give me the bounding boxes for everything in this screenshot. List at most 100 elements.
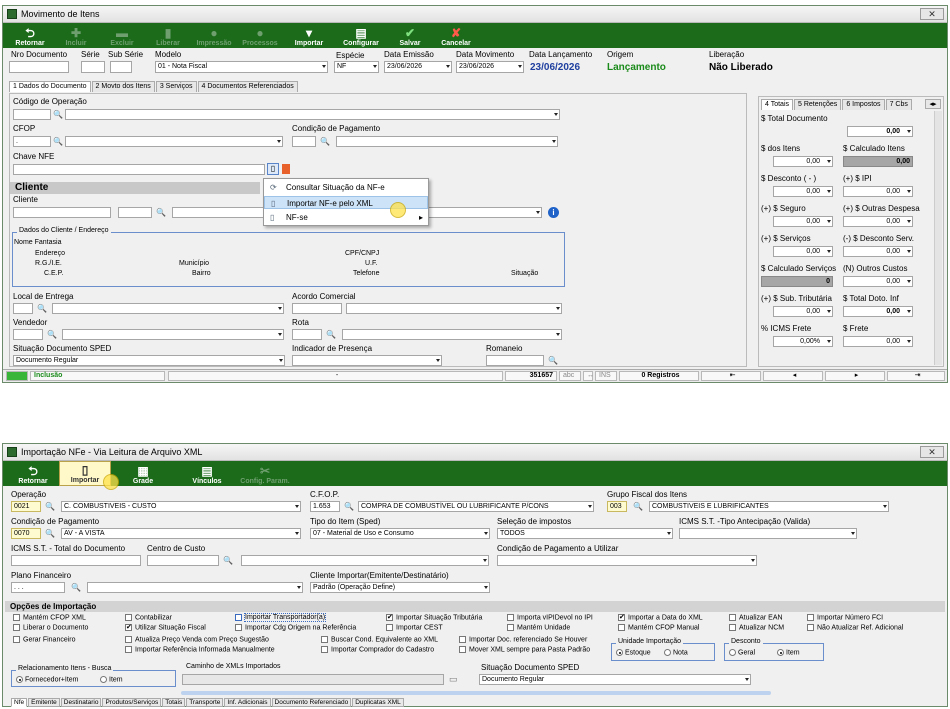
cliente-importar-select[interactable]: Padrão (Operação Define) bbox=[310, 582, 490, 593]
toolbar-retornar-button[interactable]: ⮌ Retornar bbox=[7, 23, 53, 48]
option-mover-xml-sempre-para-pasta-padrao[interactable]: Mover XML sempre para Pasta Padrão bbox=[459, 646, 590, 653]
situacao-sped-select[interactable]: Documento Regular bbox=[13, 355, 285, 366]
pdf-icon[interactable] bbox=[282, 164, 290, 174]
tab-emitente[interactable]: Emitente bbox=[28, 698, 60, 707]
splitter-handle[interactable] bbox=[181, 691, 771, 695]
vertical-scrollbar[interactable] bbox=[934, 111, 942, 365]
tab-5-retencoes[interactable]: 5 Retenções bbox=[794, 99, 842, 110]
vendedor-select[interactable] bbox=[62, 329, 284, 340]
search-icon[interactable]: 🔍 bbox=[223, 556, 233, 565]
option-gerar-financeiro[interactable]: Gerar Financeiro bbox=[13, 636, 76, 643]
local-entrega-input[interactable] bbox=[13, 303, 33, 314]
toolbar-salvar-button[interactable]: ✔ Salvar bbox=[387, 23, 433, 48]
desconto-servico-value[interactable]: 0,00 bbox=[843, 246, 913, 257]
tab-2-movto-dos-itens[interactable]: 2 Movto dos Itens bbox=[91, 81, 155, 92]
frete-value[interactable]: 0,00 bbox=[843, 336, 913, 347]
tab-produtos-servicos[interactable]: Produtos/Serviços bbox=[102, 698, 162, 707]
search-icon[interactable]: 🔍 bbox=[45, 502, 55, 511]
tab-nfe[interactable]: Nfe bbox=[11, 698, 28, 707]
outros-custos-value[interactable]: 0,00 bbox=[843, 276, 913, 287]
search-icon[interactable]: 🔍 bbox=[37, 304, 47, 313]
rota-input[interactable] bbox=[292, 329, 322, 340]
search-icon[interactable]: 🔍 bbox=[45, 529, 55, 538]
cond-pagamento-code-input[interactable]: 0070 bbox=[11, 528, 41, 539]
radio-estoque[interactable]: Estoque bbox=[616, 649, 651, 656]
tab-documento-referenciado[interactable]: Documento Referenciado bbox=[271, 698, 352, 707]
cond-pag-utilizar-select[interactable] bbox=[497, 555, 757, 566]
chave-nfe-input[interactable] bbox=[13, 164, 265, 175]
option-mantem-cfop-xml[interactable]: Mantém CFOP XML bbox=[13, 614, 86, 621]
last-record-icon[interactable]: ⇥ bbox=[887, 371, 945, 381]
radio-item[interactable]: Item bbox=[777, 649, 800, 656]
cliente-sub-input[interactable] bbox=[118, 207, 152, 218]
cod-operacao-select[interactable] bbox=[65, 109, 560, 120]
rota-select[interactable] bbox=[342, 329, 562, 340]
option-contabilizar[interactable]: Contabilizar bbox=[125, 614, 172, 621]
icms-frete-value[interactable]: 0,00% bbox=[773, 336, 833, 347]
servicos-value[interactable]: 0,00 bbox=[773, 246, 833, 257]
cond-pagamento-input[interactable] bbox=[292, 136, 316, 147]
ipi-value[interactable]: 0,00 bbox=[843, 186, 913, 197]
local-entrega-select[interactable] bbox=[52, 303, 284, 314]
modelo-select[interactable]: 01 - Nota Fiscal bbox=[155, 61, 328, 73]
toolbar-configurar-button[interactable]: ▤ Configurar bbox=[335, 23, 387, 48]
toolbar-incluir-button[interactable]: ✚ Incluir bbox=[53, 23, 99, 48]
toolbar-grade-button[interactable]: ▦ Grade bbox=[111, 461, 175, 486]
option-importa-vipidevol-no-ipi[interactable]: Importa vIPIDevol no IPI bbox=[507, 614, 593, 621]
acordo-comercial-input[interactable] bbox=[292, 303, 342, 314]
search-icon[interactable]: 🔍 bbox=[53, 110, 63, 119]
icms-st-total-input[interactable] bbox=[11, 555, 141, 566]
option-importar-doc-referenciado-se-houver[interactable]: Importar Doc. referenciado Se Houver bbox=[459, 636, 587, 643]
prev-record-icon[interactable]: ◂ bbox=[763, 371, 823, 381]
option-atualiza-preco-venda-com-preco-sugestao[interactable]: Atualiza Preço Venda com Preço Sugestão bbox=[125, 636, 269, 643]
toolbar-excluir-button[interactable]: ▬ Excluir bbox=[99, 23, 145, 48]
cfop-code-input[interactable]: 1.653 bbox=[310, 501, 340, 512]
document-icon[interactable]: ▯ bbox=[267, 163, 279, 175]
search-icon[interactable]: 🔍 bbox=[71, 583, 81, 592]
tab-duplicatas-xml[interactable]: Duplicatas XML bbox=[352, 698, 404, 707]
centro-custo-select[interactable] bbox=[241, 555, 489, 566]
option-buscar-cond-equivalente-ao-xml[interactable]: Buscar Cond. Equivalente ao XML bbox=[321, 636, 438, 643]
info-icon[interactable]: i bbox=[548, 207, 559, 218]
selecao-impostos-select[interactable]: TODOS bbox=[497, 528, 673, 539]
romaneio-input[interactable] bbox=[486, 355, 544, 366]
search-icon[interactable]: 🔍 bbox=[633, 502, 643, 511]
centro-custo-input[interactable] bbox=[147, 555, 219, 566]
option-importar-numero-fci[interactable]: Importar Número FCI bbox=[807, 614, 883, 621]
operacao-code-input[interactable]: 0021 bbox=[11, 501, 41, 512]
toolbar-retornar-button[interactable]: ⮌ Retornar bbox=[7, 461, 59, 486]
option-mantem-unidade[interactable]: Mantém Unidade bbox=[507, 624, 570, 631]
cond-pagamento-select[interactable]: AV - A VISTA bbox=[61, 528, 301, 539]
search-icon[interactable]: 🔍 bbox=[344, 502, 354, 511]
tab-4-documentos-referenciados[interactable]: 4 Documentos Referenciados bbox=[197, 81, 298, 92]
tab-transporte[interactable]: Transporte bbox=[186, 698, 224, 707]
first-record-icon[interactable]: ⇤ bbox=[701, 371, 761, 381]
total-documento-value[interactable]: 0,00 bbox=[847, 126, 913, 137]
option-utilizar-situacao-fiscal[interactable]: ✔ Utilizar Situação Fiscal bbox=[125, 624, 206, 631]
option-mantem-cfop-manual[interactable]: Mantém CFOP Manual bbox=[618, 624, 699, 631]
cliente-code-input[interactable] bbox=[13, 207, 111, 218]
grupo-fiscal-select[interactable]: COMBUSTIVEIS E LUBRIFICANTES bbox=[649, 501, 889, 512]
radio-nota[interactable]: Nota bbox=[664, 649, 688, 656]
radio-geral[interactable]: Geral bbox=[729, 649, 755, 656]
tab-7-cbs[interactable]: 7 Cbs bbox=[885, 99, 912, 110]
toolbar-vinculos-button[interactable]: ▤ Vínculos bbox=[175, 461, 239, 486]
close-button[interactable]: ✕ bbox=[920, 446, 944, 458]
radio-fornecedor-item[interactable]: Fornecedor+Item bbox=[16, 676, 79, 683]
toolbar-processos-button[interactable]: ● Processos bbox=[237, 23, 283, 48]
especie-select[interactable]: NF bbox=[334, 61, 379, 73]
sub-serie-input[interactable] bbox=[110, 61, 132, 73]
nro-documento-input[interactable] bbox=[9, 61, 69, 73]
total-doc-inf-value[interactable]: 0,00 bbox=[843, 306, 913, 317]
search-icon[interactable]: 🔍 bbox=[53, 137, 63, 146]
tab-totais[interactable]: Totais bbox=[162, 698, 186, 707]
option-importar-comprador-do-cadastro[interactable]: Importar Comprador do Cadastro bbox=[321, 646, 434, 653]
tab-6-impostos[interactable]: 6 Impostos bbox=[842, 99, 885, 110]
serie-input[interactable] bbox=[81, 61, 105, 73]
radio-item-busca[interactable]: Item bbox=[100, 676, 123, 683]
option-liberar-o-documento[interactable]: Liberar o Documento bbox=[13, 624, 88, 631]
cod-operacao-input[interactable] bbox=[13, 109, 51, 120]
plano-financeiro-input[interactable]: . . . bbox=[11, 582, 65, 593]
cond-pagamento-select[interactable] bbox=[336, 136, 558, 147]
indicador-presenca-select[interactable] bbox=[292, 355, 442, 366]
